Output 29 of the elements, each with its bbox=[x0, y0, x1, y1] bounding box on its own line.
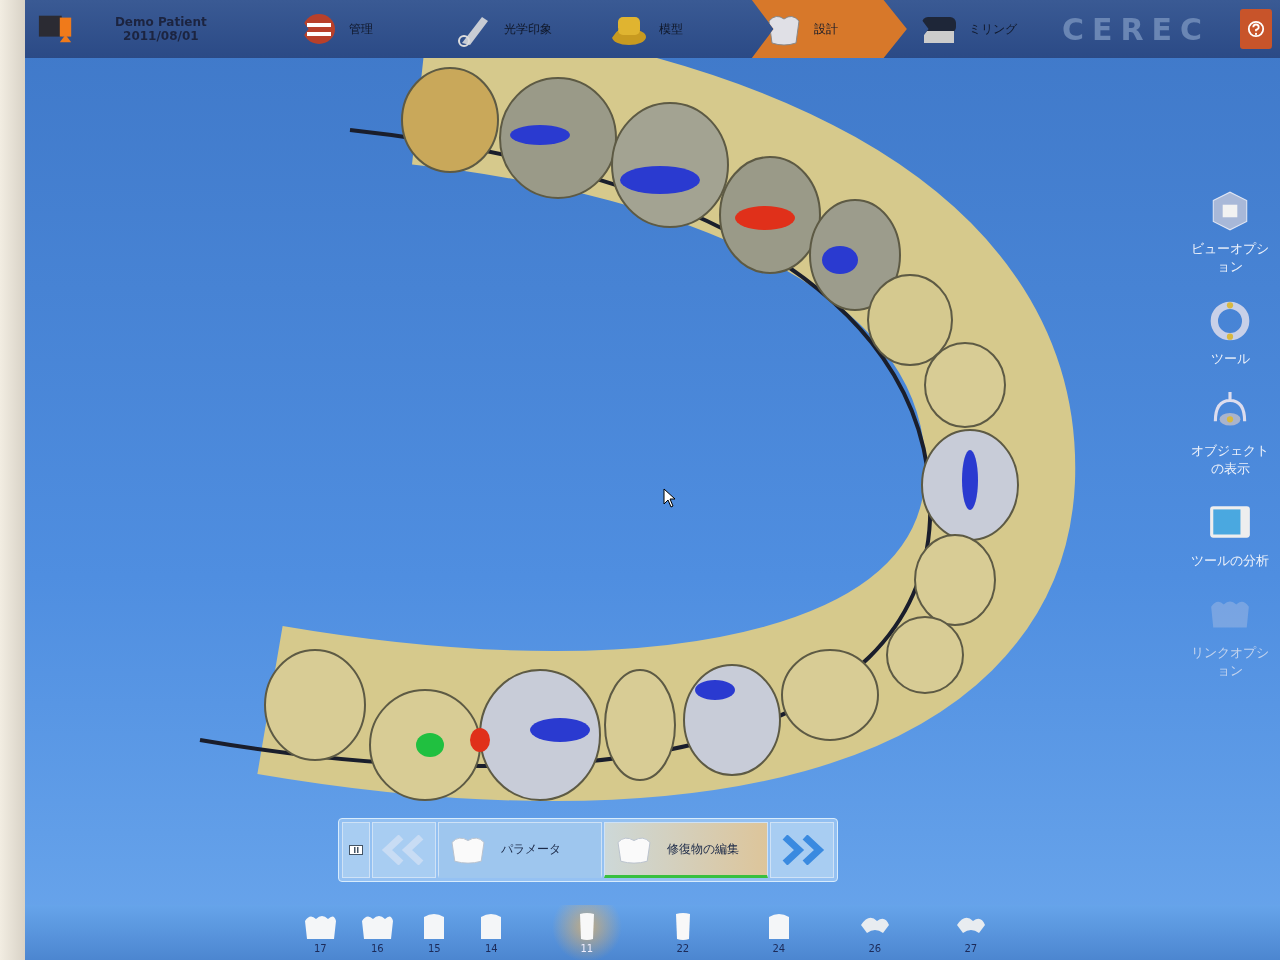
patient-name: Demo Patient bbox=[114, 15, 207, 29]
tooth-selector[interactable]: 26 bbox=[826, 905, 923, 960]
workflow-step-tab[interactable]: 模型 bbox=[596, 0, 752, 58]
help-button[interactable] bbox=[1240, 9, 1272, 49]
dental-arch-drawing[interactable] bbox=[199, 58, 1075, 801]
workflow-step-tab[interactable]: 光学印象 bbox=[441, 0, 597, 58]
patient-date: 2011/08/01 bbox=[123, 29, 199, 43]
side-tool-button[interactable]: ツールの分析 bbox=[1185, 500, 1275, 570]
workflow-step-tab[interactable]: 設計 bbox=[751, 0, 907, 58]
pause-button[interactable] bbox=[341, 822, 370, 878]
tooth-selector[interactable]: 14 bbox=[462, 905, 520, 960]
workflow-step-tab[interactable]: ミリング bbox=[906, 0, 1062, 58]
tooth-selector[interactable]: 16 bbox=[348, 905, 406, 960]
tooth-selector[interactable]: 17 bbox=[291, 905, 349, 960]
tooth-selector[interactable]: 27 bbox=[922, 905, 1019, 960]
workflow-step-tab[interactable]: 管理 bbox=[286, 0, 442, 58]
tooth-selector[interactable]: 15 bbox=[405, 905, 463, 960]
tooth-selector[interactable]: 22 bbox=[634, 905, 731, 960]
side-tool-button[interactable]: ツール bbox=[1185, 298, 1275, 368]
tooth-selector[interactable]: 24 bbox=[730, 905, 827, 960]
cursor-icon bbox=[662, 488, 677, 508]
pause-icon bbox=[348, 845, 363, 855]
next-button[interactable] bbox=[769, 822, 834, 878]
side-tool-button[interactable]: ビューオプション bbox=[1185, 188, 1275, 276]
phase-step[interactable]: 修復物の編集 bbox=[603, 822, 768, 878]
phase-step[interactable]: パラメータ bbox=[437, 822, 602, 878]
question-icon bbox=[1247, 20, 1265, 38]
logo-text: CEREC bbox=[1061, 11, 1210, 47]
side-tool-button[interactable]: オブジェクトの表示 bbox=[1185, 390, 1275, 478]
